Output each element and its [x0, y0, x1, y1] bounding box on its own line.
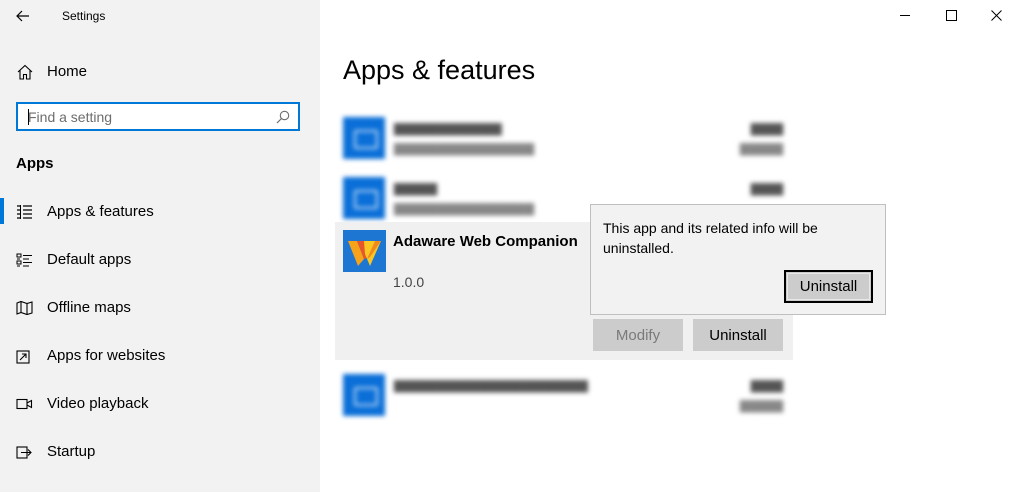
app-tile-icon: [343, 374, 385, 416]
blurred-text: ▆▆▆▆▆▆▆▆▆▆▆▆▆: [394, 199, 534, 215]
home-label: Home: [47, 63, 88, 80]
sidebar-item-default-apps[interactable]: Default apps: [0, 240, 320, 280]
page-title: Apps & features: [343, 55, 536, 85]
list-item[interactable]: ▆▆▆▆▆▆▆▆▆▆▆▆▆▆▆▆▆▆ ▆▆▆ ▆▆▆▆: [343, 374, 783, 424]
close-button[interactable]: [973, 0, 1019, 30]
list-item[interactable]: ▆▆▆▆▆▆▆▆▆▆ ▆▆▆▆▆▆▆▆▆▆▆▆▆ ▆▆▆ ▆▆▆▆: [343, 117, 783, 167]
sidebar-item-label: Offline maps: [47, 299, 131, 316]
modify-button[interactable]: Modify: [593, 319, 683, 351]
sidebar-item-label: Apps for websites: [47, 347, 166, 364]
confirm-uninstall-button[interactable]: Uninstall: [784, 270, 873, 303]
startup-icon: [16, 446, 32, 459]
apps-features-icon: [17, 205, 32, 219]
sidebar-item-label: Apps & features: [47, 203, 154, 220]
section-heading: Apps: [16, 155, 54, 172]
blurred-text: ▆▆▆▆▆▆▆▆▆▆▆▆▆▆▆▆▆▆: [394, 376, 588, 392]
default-apps-icon: [16, 253, 32, 267]
adaware-app-icon: [343, 230, 386, 272]
maximize-icon: [945, 9, 957, 21]
blurred-text: ▆▆▆: [750, 119, 783, 135]
uninstall-confirmation-flyout: This app and its related info will be un…: [590, 204, 886, 315]
search-box[interactable]: [16, 102, 300, 131]
blurred-text: ▆▆▆▆: [739, 139, 783, 155]
minimize-button[interactable]: [882, 0, 928, 30]
maximize-button[interactable]: [928, 0, 974, 30]
uninstall-button[interactable]: Uninstall: [693, 319, 783, 351]
back-arrow-icon: [16, 10, 29, 22]
app-tile-icon: [343, 177, 385, 219]
sidebar-item-startup[interactable]: Startup: [0, 432, 320, 472]
blurred-text: ▆▆▆: [750, 376, 783, 392]
selection-indicator: [0, 198, 4, 224]
video-icon: [16, 398, 33, 410]
blurred-text: ▆▆▆▆: [394, 179, 438, 195]
sidebar: Settings Home Apps Apps & features Defau…: [0, 0, 320, 492]
minimize-icon: [899, 14, 910, 16]
search-icon[interactable]: [276, 110, 290, 124]
app-name: Adaware Web Companion: [393, 233, 578, 250]
home-icon: [17, 64, 33, 80]
sidebar-item-apps-features[interactable]: Apps & features: [0, 192, 320, 232]
blurred-text: ▆▆▆: [750, 179, 783, 195]
sidebar-item-apps-for-websites[interactable]: Apps for websites: [0, 336, 320, 376]
confirmation-message: This app and its related info will be un…: [603, 220, 818, 256]
sidebar-item-label: Default apps: [47, 251, 132, 268]
apps-websites-icon: [16, 350, 30, 364]
map-icon: [16, 300, 33, 316]
blurred-text: ▆▆▆▆: [739, 396, 783, 412]
sidebar-item-label: Video playback: [47, 395, 149, 412]
window-title: Settings: [62, 9, 106, 23]
app-tile-icon: [343, 117, 385, 159]
blurred-text: ▆▆▆▆▆▆▆▆▆▆▆▆▆: [394, 139, 534, 155]
sidebar-item-home[interactable]: Home: [0, 56, 320, 88]
sidebar-item-label: Startup: [47, 443, 96, 460]
sidebar-item-offline-maps[interactable]: Offline maps: [0, 288, 320, 328]
app-version: 1.0.0: [393, 274, 425, 290]
close-icon: [990, 9, 1002, 21]
search-input[interactable]: [28, 107, 268, 127]
back-button[interactable]: [8, 3, 38, 29]
sidebar-item-video-playback[interactable]: Video playback: [0, 384, 320, 424]
blurred-text: ▆▆▆▆▆▆▆▆▆▆: [394, 119, 502, 135]
